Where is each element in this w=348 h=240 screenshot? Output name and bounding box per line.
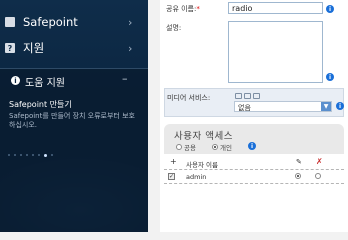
- chevron-right-icon: ›: [128, 41, 133, 55]
- info-icon[interactable]: i: [248, 142, 256, 150]
- info-icon[interactable]: i: [326, 5, 334, 13]
- radio-circle[interactable]: [176, 144, 182, 150]
- description-label: 설명:: [166, 24, 182, 32]
- info-icon: i: [11, 76, 20, 85]
- carousel-dot[interactable]: [20, 154, 22, 156]
- description-textarea[interactable]: [228, 21, 323, 83]
- collapse-button[interactable]: –: [122, 72, 128, 85]
- carousel-dot[interactable]: [32, 154, 34, 156]
- radio-circle-selected[interactable]: [295, 173, 301, 179]
- info-icon[interactable]: i: [336, 102, 344, 110]
- image-icon: [235, 93, 242, 99]
- media-service-section: 미디어 서비스: 없음 ▼ i: [164, 88, 344, 117]
- column-header-name: 사용자 이름: [186, 161, 218, 169]
- chevron-right-icon: ›: [128, 15, 133, 29]
- user-access-title: 사용자 액세스: [174, 131, 233, 142]
- radio-public[interactable]: 공용: [176, 142, 196, 152]
- video-icon: [253, 93, 260, 99]
- help-panel-title: 도움 지원: [25, 78, 65, 89]
- radio-label: 공용: [184, 144, 196, 152]
- media-type-icons: [235, 93, 260, 99]
- help-item-description: Safepoint를 만들어 장치 오류로부터 보호하십시오.: [9, 112, 135, 129]
- edit-icon[interactable]: ✎: [296, 158, 302, 166]
- carousel-dot[interactable]: [38, 154, 40, 156]
- media-service-label: 미디어 서비스:: [167, 94, 211, 102]
- question-icon: ?: [5, 43, 15, 53]
- carousel-dot[interactable]: [26, 154, 28, 156]
- radio-circle[interactable]: [315, 173, 321, 179]
- carousel-dot[interactable]: [8, 154, 10, 156]
- sidebar-item-safepoint[interactable]: Safepoint ›: [0, 10, 148, 34]
- sidebar-item-support[interactable]: ? 지원 ›: [0, 36, 148, 60]
- required-mark: *: [196, 5, 200, 13]
- edit-permission-radio[interactable]: [295, 173, 301, 179]
- carousel-dot-active[interactable]: [44, 153, 47, 157]
- add-user-icon[interactable]: +: [170, 157, 177, 166]
- sidebar-item-label: 지원: [23, 41, 45, 55]
- share-form-panel: 공유 이름:* radio i 설명: i 미디어 서비스: 없음 ▼ i 사용…: [160, 0, 348, 232]
- share-name-input[interactable]: radio: [228, 2, 323, 14]
- share-name-label-text: 공유 이름:: [166, 5, 197, 13]
- table-header-row: + 사용자 이름 ✎ ✗: [164, 156, 344, 170]
- help-item-title[interactable]: Safepoint 만들기: [9, 99, 72, 110]
- delete-icon[interactable]: ✗: [316, 157, 323, 166]
- radio-circle-selected[interactable]: [212, 144, 218, 150]
- media-service-select[interactable]: 없음 ▼: [234, 101, 332, 112]
- info-icon[interactable]: i: [326, 73, 334, 81]
- user-name-cell: admin: [186, 173, 207, 181]
- sidebar: Safepoint › ? 지원 › i 도움 지원 – Safepoint 만…: [0, 0, 148, 232]
- sidebar-item-label: Safepoint: [23, 15, 78, 29]
- table-row[interactable]: ✓ admin: [164, 170, 344, 184]
- carousel-dots[interactable]: [8, 153, 53, 157]
- safepoint-icon: [5, 17, 15, 27]
- music-icon: [244, 93, 251, 99]
- carousel-dot[interactable]: [51, 154, 53, 156]
- delete-permission-radio[interactable]: [315, 173, 321, 179]
- chevron-down-icon[interactable]: ▼: [321, 102, 331, 111]
- carousel-dot[interactable]: [14, 154, 16, 156]
- radio-private[interactable]: 개인: [212, 142, 232, 152]
- radio-label: 개인: [220, 144, 232, 152]
- share-name-label: 공유 이름:*: [166, 4, 200, 14]
- help-panel: i 도움 지원 – Safepoint 만들기 Safepoint를 만들어 장…: [0, 68, 148, 232]
- row-checkbox[interactable]: ✓: [168, 173, 175, 180]
- media-service-value: 없음: [238, 104, 251, 112]
- help-panel-header: i 도움 지원 –: [0, 71, 148, 91]
- user-access-section: 사용자 액세스 공용 개인 i: [164, 124, 344, 154]
